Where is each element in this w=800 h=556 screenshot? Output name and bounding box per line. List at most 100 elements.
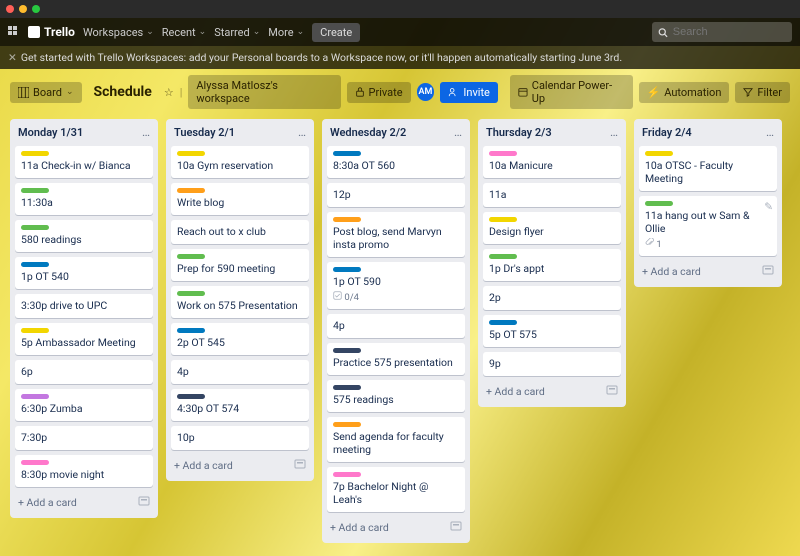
card[interactable]: Send agenda for faculty meeting: [327, 417, 465, 462]
card-template-icon[interactable]: [450, 520, 462, 535]
card[interactable]: 11a Check-in w/ Bianca: [15, 146, 153, 178]
card[interactable]: 10p: [171, 426, 309, 450]
board-view-button[interactable]: Board⌄: [10, 82, 82, 103]
card[interactable]: 9p: [483, 352, 621, 376]
board-canvas[interactable]: Monday 1/31 … 11a Check-in w/ Bianca 11:30a…: [0, 115, 800, 547]
app-menu-icon[interactable]: [8, 26, 20, 38]
card[interactable]: 11:30a: [15, 183, 153, 215]
card[interactable]: 1p Dr's appt: [483, 249, 621, 281]
member-avatar[interactable]: AM: [417, 83, 435, 101]
card-label: [333, 267, 361, 272]
brand-text: Trello: [44, 25, 75, 39]
search-input[interactable]: [673, 26, 786, 38]
list-title[interactable]: Wednesday 2/2: [330, 126, 406, 139]
list-menu-icon[interactable]: …: [610, 125, 618, 139]
add-card-button[interactable]: + Add a card: [15, 492, 153, 510]
card[interactable]: Practice 575 presentation: [327, 343, 465, 375]
edit-card-icon[interactable]: ✎: [764, 200, 773, 213]
card[interactable]: Work on 575 Presentation: [171, 286, 309, 318]
card[interactable]: Prep for 590 meeting: [171, 249, 309, 281]
add-card-button[interactable]: + Add a card: [327, 517, 465, 535]
card[interactable]: 10a Manicure: [483, 146, 621, 178]
maximize-window-icon[interactable]: [32, 5, 40, 13]
card[interactable]: 4p: [171, 360, 309, 384]
nav-workspaces[interactable]: Workspaces⌄: [83, 26, 154, 39]
board-title[interactable]: Schedule: [88, 81, 158, 103]
card-template-icon[interactable]: [606, 384, 618, 399]
card[interactable]: 4p: [327, 314, 465, 338]
calendar-powerup-button[interactable]: Calendar Power-Up: [510, 75, 633, 109]
list-menu-icon[interactable]: …: [454, 125, 462, 139]
star-board-icon[interactable]: ☆: [164, 86, 174, 99]
card-template-icon[interactable]: [294, 458, 306, 473]
nav-recent[interactable]: Recent⌄: [162, 26, 206, 39]
card-text: 10p: [177, 431, 303, 444]
card-template-icon[interactable]: [138, 495, 150, 510]
visibility-button[interactable]: Private: [347, 82, 411, 103]
card[interactable]: 10a Gym reservation: [171, 146, 309, 178]
card[interactable]: 7:30p: [15, 426, 153, 450]
card[interactable]: Reach out to x club: [171, 220, 309, 244]
nav-more[interactable]: More⌄: [268, 26, 304, 39]
card[interactable]: 10a OTSC - Faculty Meeting: [639, 146, 777, 191]
list-menu-icon[interactable]: …: [298, 125, 306, 139]
chevron-down-icon: ⌄: [253, 27, 261, 37]
card-text: Write blog: [177, 196, 303, 209]
card-label: [489, 217, 517, 222]
automation-button[interactable]: ⚡Automation: [639, 82, 730, 103]
card[interactable]: 7p Bachelor Night @ Leah's: [327, 467, 465, 512]
search-box[interactable]: [652, 22, 792, 42]
workspace-dropdown[interactable]: Alyssa Matlosz's workspace: [188, 75, 340, 109]
card[interactable]: 6:30p Zumba: [15, 389, 153, 421]
card[interactable]: Post blog, send Marvyn insta promo: [327, 212, 465, 257]
close-window-icon[interactable]: [6, 5, 14, 13]
chevron-down-icon: ⌄: [199, 27, 207, 37]
card[interactable]: Write blog: [171, 183, 309, 215]
add-card-button[interactable]: + Add a card: [483, 381, 621, 399]
card[interactable]: 2p: [483, 286, 621, 310]
list-title[interactable]: Monday 1/31: [18, 126, 83, 139]
window-titlebar: [0, 0, 800, 18]
card[interactable]: 11a: [483, 183, 621, 207]
add-card-button[interactable]: + Add a card: [639, 261, 777, 279]
card-text: Work on 575 Presentation: [177, 299, 303, 312]
card[interactable]: 575 readings: [327, 380, 465, 412]
calendar-icon: [518, 87, 528, 97]
list-title[interactable]: Thursday 2/3: [486, 126, 552, 139]
banner-close-icon[interactable]: ✕: [8, 51, 17, 64]
card[interactable]: 1p OT 590 0/4: [327, 262, 465, 309]
card[interactable]: Design flyer: [483, 212, 621, 244]
create-button[interactable]: Create: [312, 23, 360, 42]
card[interactable]: 12p: [327, 183, 465, 207]
card[interactable]: 2p OT 545: [171, 323, 309, 355]
filter-button[interactable]: Filter: [735, 82, 790, 103]
invite-button[interactable]: Invite: [440, 82, 498, 103]
card-label: [489, 254, 517, 259]
card[interactable]: 4:30p OT 574: [171, 389, 309, 421]
card[interactable]: 8:30p movie night: [15, 455, 153, 487]
card-template-icon[interactable]: [762, 264, 774, 279]
card-text: Design flyer: [489, 225, 615, 238]
card[interactable]: 6p: [15, 360, 153, 384]
card-text: 11a Check-in w/ Bianca: [21, 159, 147, 172]
list-menu-icon[interactable]: …: [766, 125, 774, 139]
card[interactable]: 580 readings: [15, 220, 153, 252]
list-menu-icon[interactable]: …: [142, 125, 150, 139]
card-label: [333, 348, 361, 353]
minimize-window-icon[interactable]: [19, 5, 27, 13]
card[interactable]: 1p OT 540: [15, 257, 153, 289]
card[interactable]: 11a hang out w Sam & Ollie 1✎: [639, 196, 777, 256]
list-title[interactable]: Tuesday 2/1: [174, 126, 235, 139]
card-text: 3:30p drive to UPC: [21, 299, 147, 312]
card[interactable]: 3:30p drive to UPC: [15, 294, 153, 318]
nav-starred[interactable]: Starred⌄: [214, 26, 260, 39]
card-text: 5p OT 575: [489, 328, 615, 341]
list: Thursday 2/3 … 10a Manicure 11a Design flyer…: [478, 119, 626, 407]
card[interactable]: 5p OT 575: [483, 315, 621, 347]
brand-logo[interactable]: Trello: [28, 25, 75, 39]
card[interactable]: 5p Ambassador Meeting: [15, 323, 153, 355]
card[interactable]: 8:30a OT 560: [327, 146, 465, 178]
add-card-button[interactable]: + Add a card: [171, 455, 309, 473]
list-title[interactable]: Friday 2/4: [642, 126, 692, 139]
card-label: [333, 217, 361, 222]
